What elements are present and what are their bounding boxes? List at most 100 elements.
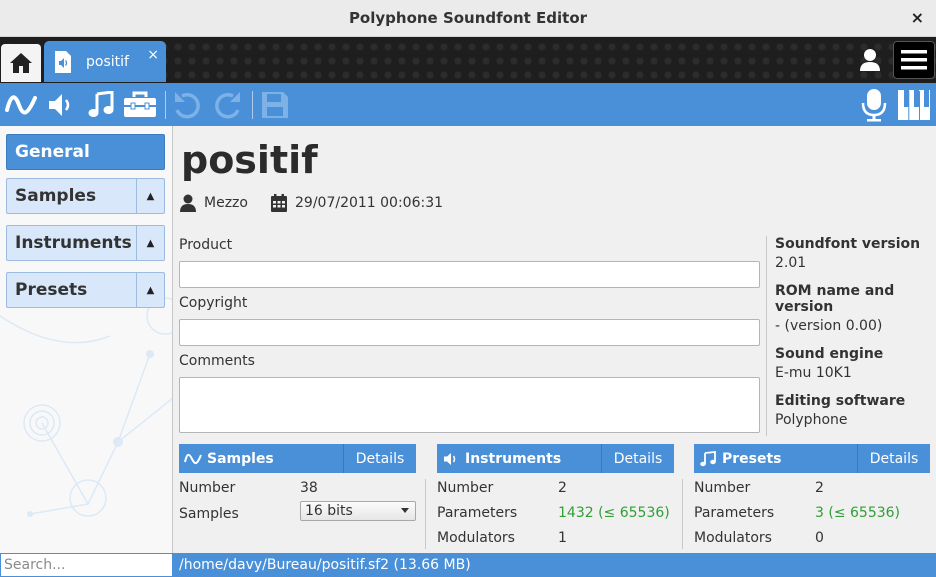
undo-icon	[175, 92, 200, 119]
redo-icon	[215, 92, 240, 119]
presets-number-label: Number	[694, 480, 751, 496]
expand-arrow-icon[interactable]: ▲	[136, 179, 164, 213]
date-value: 29/07/2011 00:06:31	[295, 195, 444, 211]
music-note-icon	[88, 91, 114, 117]
panel-divider	[425, 479, 426, 549]
presets-details-button[interactable]: Details	[857, 444, 930, 473]
sidebar-item-label: Samples	[15, 186, 97, 206]
soundfont-info: Soundfont version 2.01 ROM name and vers…	[766, 236, 936, 436]
file-path-status: /home/davy/Bureau/positif.sf2 (13.66 MB)	[179, 557, 471, 573]
soundfont-version-label: Soundfont version	[775, 236, 921, 252]
user-button[interactable]	[856, 46, 884, 74]
sidebar-item-samples[interactable]: Samples ▲	[6, 178, 165, 214]
main-panel: positif Mezzo 29/07/2011 00:06:31 Produc…	[174, 126, 936, 553]
music-note-icon	[694, 450, 722, 467]
samples-panel: Samples Details Number 38 Samples 16 bit…	[179, 444, 416, 554]
expand-arrow-icon[interactable]: ▲	[136, 273, 164, 307]
sidebar-item-presets[interactable]: Presets ▲	[6, 272, 165, 308]
product-label: Product	[179, 237, 233, 253]
keyboard-button[interactable]	[896, 87, 932, 123]
instruments-number-label: Number	[437, 480, 494, 496]
toolbox-icon	[124, 91, 156, 117]
author-value: Mezzo	[204, 195, 248, 211]
bits-select-value: 16 bits	[305, 503, 353, 519]
samples-number-label: Number	[179, 480, 236, 496]
waveform-icon	[5, 95, 37, 115]
calendar-icon	[271, 194, 287, 212]
date-meta: 29/07/2011 00:06:31	[271, 194, 443, 212]
instruments-panel-title: Instruments	[465, 450, 562, 467]
new-preset-button[interactable]	[83, 87, 119, 123]
rom-label: ROM name and version	[775, 283, 895, 315]
presets-panel: Presets Details Number 2 Parameters 3 (≤…	[694, 444, 930, 554]
user-icon	[860, 49, 880, 71]
panel-divider	[682, 479, 683, 549]
search-input[interactable]	[1, 554, 172, 576]
speaker-icon	[437, 452, 465, 466]
soundfont-file-icon	[55, 50, 71, 73]
main-menu-button[interactable]	[893, 41, 935, 79]
samples-bits-label: Samples	[179, 506, 239, 522]
search-box	[0, 553, 173, 577]
tab-label: positif	[86, 53, 129, 70]
instruments-parameters-label: Parameters	[437, 505, 518, 521]
sidebar-item-label: Instruments	[15, 233, 132, 253]
tab-close-button[interactable]: ×	[147, 47, 159, 63]
redo-button[interactable]	[210, 87, 246, 123]
new-sample-button[interactable]	[3, 87, 39, 123]
instruments-modulators-label: Modulators	[437, 530, 515, 546]
undo-button[interactable]	[169, 87, 205, 123]
hamburger-icon	[901, 50, 927, 70]
sound-engine-value: E-mu 10K1	[775, 365, 852, 381]
comments-field[interactable]	[179, 377, 760, 433]
author-meta: Mezzo	[180, 194, 248, 212]
bits-select[interactable]: 16 bits	[300, 501, 416, 521]
samples-panel-header: Samples Details	[179, 444, 416, 473]
sidebar-item-instruments[interactable]: Instruments ▲	[6, 225, 165, 261]
instruments-modulators-value: 1	[558, 530, 567, 546]
window-close-button[interactable]: ×	[911, 8, 924, 27]
presets-panel-header: Presets Details	[694, 444, 930, 473]
instruments-panel: Instruments Details Number 2 Parameters …	[437, 444, 674, 554]
copyright-label: Copyright	[179, 295, 248, 311]
product-field[interactable]	[179, 261, 760, 288]
presets-modulators-value: 0	[815, 530, 824, 546]
toolbar-separator	[165, 91, 166, 119]
copyright-field[interactable]	[179, 319, 760, 346]
expand-arrow-icon[interactable]: ▲	[136, 226, 164, 260]
save-icon	[262, 92, 288, 118]
samples-details-button[interactable]: Details	[343, 444, 416, 473]
comments-label: Comments	[179, 353, 255, 369]
instruments-details-button[interactable]: Details	[601, 444, 674, 473]
editing-software-label: Editing software	[775, 393, 906, 409]
samples-panel-title: Samples	[207, 450, 274, 467]
tools-button[interactable]	[122, 87, 158, 123]
instruments-panel-header: Instruments Details	[437, 444, 674, 473]
save-button[interactable]	[257, 87, 293, 123]
sidebar-item-general[interactable]: General	[6, 134, 165, 170]
sidebar-item-label: Presets	[15, 280, 88, 300]
tab-bar: positif ×	[0, 37, 936, 83]
speaker-icon	[49, 94, 70, 116]
window-title: Polyphone Soundfont Editor	[348, 9, 588, 27]
instruments-number-value: 2	[558, 480, 567, 496]
microphone-icon	[861, 89, 887, 122]
tab-positif[interactable]: positif ×	[44, 41, 166, 82]
home-icon	[10, 53, 32, 73]
sidebar-item-label: General	[15, 142, 90, 162]
waveform-icon	[179, 452, 207, 466]
toolbar-separator	[252, 91, 253, 119]
sound-engine-label: Sound engine	[775, 346, 884, 362]
page-title: positif	[181, 138, 318, 182]
window-titlebar: Polyphone Soundfont Editor ×	[0, 0, 936, 37]
presets-number-value: 2	[815, 480, 824, 496]
presets-parameters-label: Parameters	[694, 505, 775, 521]
toolbar	[0, 83, 936, 126]
new-instrument-button[interactable]	[43, 87, 79, 123]
soundfont-version-value: 2.01	[775, 255, 807, 271]
piano-keyboard-icon	[898, 90, 930, 120]
home-tab[interactable]	[1, 44, 41, 82]
presets-modulators-label: Modulators	[694, 530, 772, 546]
chevron-down-icon	[401, 508, 409, 513]
recorder-button[interactable]	[856, 87, 892, 123]
